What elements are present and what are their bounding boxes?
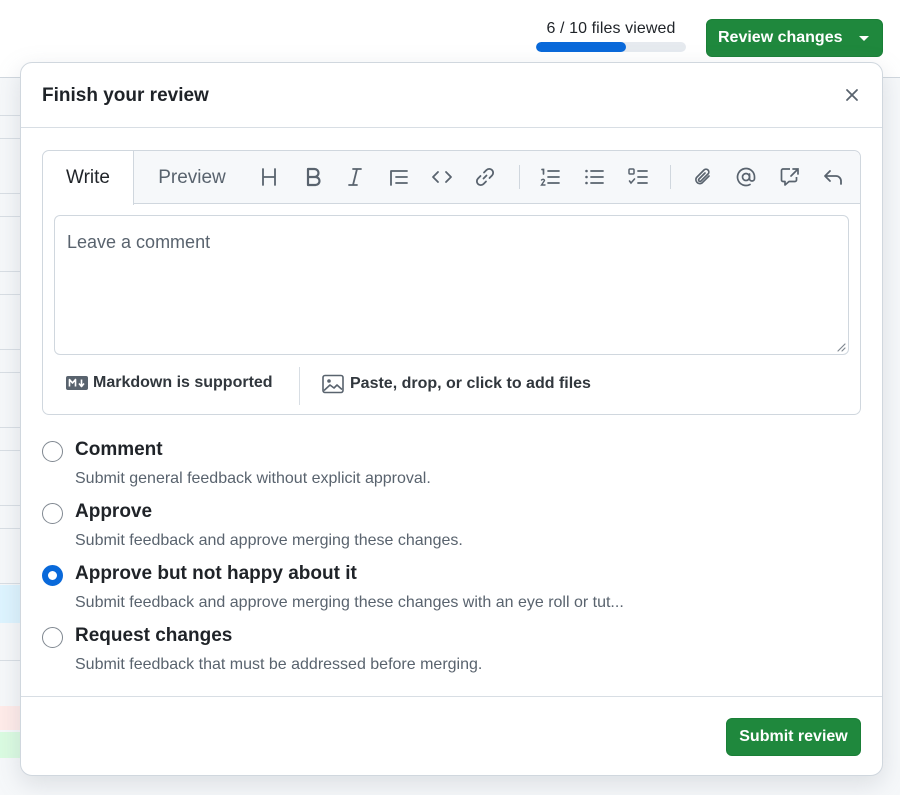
files-viewed-progress: 6 / 10 files viewed bbox=[536, 20, 686, 52]
unordered-list-icon bbox=[585, 169, 604, 185]
toolbar-divider bbox=[670, 165, 671, 189]
mention-button[interactable] bbox=[733, 164, 759, 190]
option-title: Approve but not happy about it bbox=[75, 563, 357, 584]
comment-placeholder: Leave a comment bbox=[67, 232, 211, 252]
comment-textarea[interactable]: Leave a comment bbox=[54, 215, 849, 355]
dialog-header: Finish your review bbox=[21, 63, 882, 128]
bold-button[interactable] bbox=[300, 164, 326, 190]
markdown-label: Markdown is supported bbox=[93, 374, 273, 391]
attach-button[interactable] bbox=[690, 164, 716, 190]
option-title: Comment bbox=[75, 439, 163, 460]
caret-down-icon bbox=[859, 36, 869, 41]
task-list-icon bbox=[628, 168, 648, 185]
markdown-supported-link[interactable]: Markdown is supported bbox=[66, 374, 273, 392]
quote-button[interactable] bbox=[386, 164, 412, 190]
heading-icon bbox=[262, 168, 276, 186]
editor-toolbar: Write Preview bbox=[43, 151, 860, 205]
task-list-button[interactable] bbox=[625, 164, 651, 190]
option-description: Submit general feedback without explicit… bbox=[75, 470, 431, 487]
link-icon bbox=[475, 167, 495, 187]
option-description: Submit feedback and approve merging thes… bbox=[75, 532, 463, 549]
dialog-title: Finish your review bbox=[42, 85, 209, 106]
tab-write[interactable]: Write bbox=[43, 151, 134, 205]
bold-icon bbox=[306, 167, 321, 187]
radio-approve[interactable] bbox=[42, 503, 63, 524]
radio-approve-not-happy[interactable] bbox=[42, 565, 63, 586]
close-button[interactable] bbox=[840, 83, 864, 107]
reply-button[interactable] bbox=[820, 164, 846, 190]
close-icon bbox=[846, 89, 858, 101]
option-description: Submit feedback and approve merging thes… bbox=[75, 594, 624, 611]
markdown-icon bbox=[66, 376, 88, 390]
files-viewed-fill bbox=[536, 42, 626, 52]
numbered-list-icon bbox=[540, 168, 560, 186]
link-button[interactable] bbox=[472, 164, 498, 190]
comment-editor: Write Preview Leave a comment Markdown i… bbox=[42, 150, 861, 415]
finish-review-dialog: Finish your review Write Preview Leave a… bbox=[20, 62, 883, 776]
review-changes-button[interactable]: Review changes bbox=[706, 19, 883, 57]
files-viewed-track bbox=[536, 42, 686, 52]
review-changes-label: Review changes bbox=[718, 29, 843, 46]
resize-grip-icon[interactable] bbox=[836, 342, 846, 352]
italic-icon bbox=[348, 168, 362, 186]
heading-button[interactable] bbox=[256, 164, 282, 190]
option-title: Approve bbox=[75, 501, 153, 522]
code-button[interactable] bbox=[429, 164, 455, 190]
files-viewed-label: 6 / 10 files viewed bbox=[546, 20, 676, 37]
cross-reference-icon bbox=[780, 168, 799, 186]
toolbar-divider bbox=[519, 165, 520, 189]
radio-comment[interactable] bbox=[42, 441, 63, 462]
dialog-footer: Submit review bbox=[21, 696, 882, 775]
option-title: Request changes bbox=[75, 625, 233, 646]
attach-icon bbox=[695, 168, 710, 185]
image-icon bbox=[322, 374, 344, 394]
quote-icon bbox=[390, 170, 408, 186]
mention-icon bbox=[736, 167, 756, 187]
reply-icon bbox=[824, 170, 842, 185]
footer-divider bbox=[299, 367, 300, 405]
radio-request-changes[interactable] bbox=[42, 627, 63, 648]
numbered-list-button[interactable] bbox=[537, 164, 563, 190]
italic-button[interactable] bbox=[342, 164, 368, 190]
code-icon bbox=[432, 171, 452, 183]
tab-preview[interactable]: Preview bbox=[134, 151, 250, 204]
submit-review-button[interactable]: Submit review bbox=[726, 718, 861, 756]
unordered-list-button[interactable] bbox=[581, 164, 607, 190]
option-description: Submit feedback that must be addressed b… bbox=[75, 656, 483, 673]
add-files-label: Paste, drop, or click to add files bbox=[350, 375, 591, 392]
add-files-button[interactable]: Paste, drop, or click to add files bbox=[322, 374, 591, 394]
cross-reference-button[interactable] bbox=[777, 164, 803, 190]
